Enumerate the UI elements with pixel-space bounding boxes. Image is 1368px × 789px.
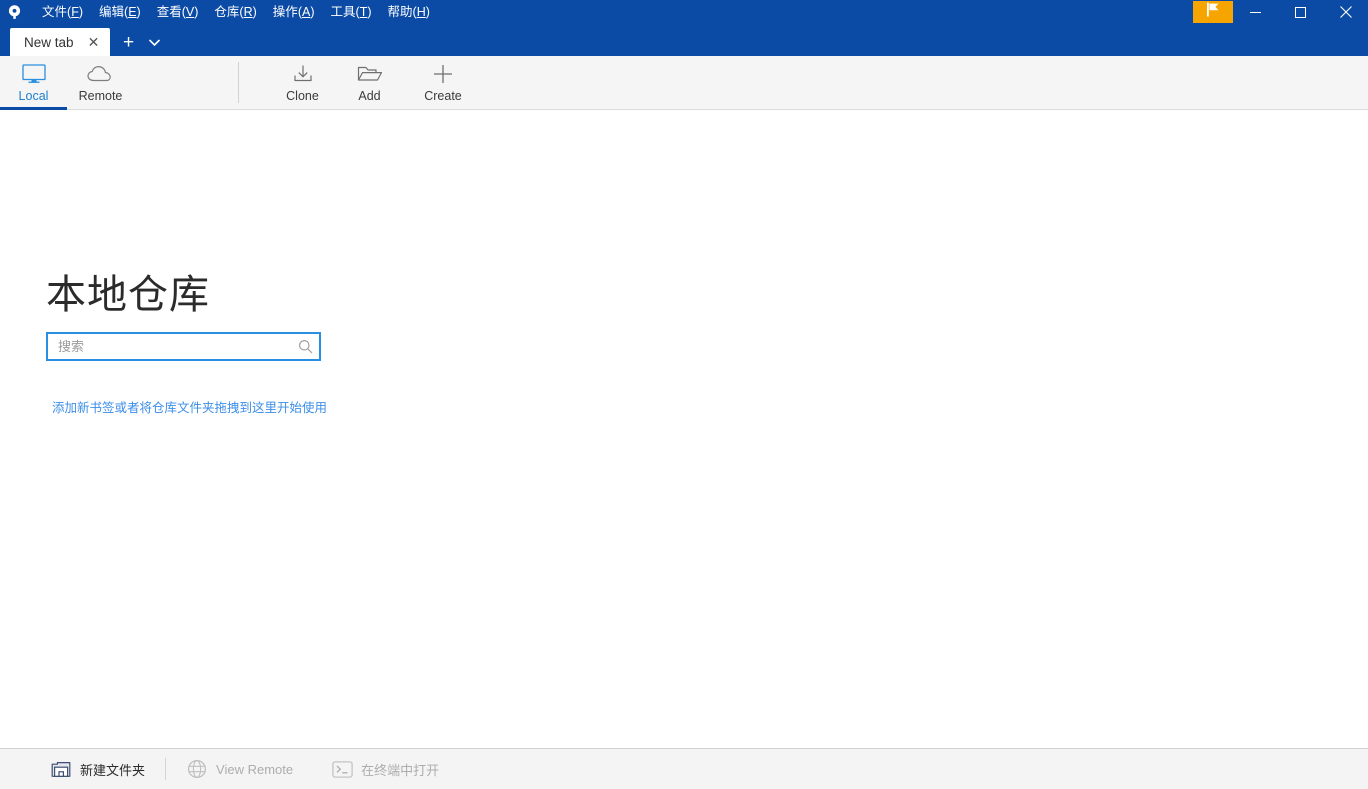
menu-item-view-accelerator: V <box>186 5 194 19</box>
toolbar-separator <box>238 62 239 103</box>
search-icon[interactable] <box>291 334 319 359</box>
toolbar-button-local[interactable]: Local <box>0 56 67 109</box>
menu-item-help[interactable]: 帮助(H) <box>380 0 438 24</box>
monitor-icon <box>22 61 46 87</box>
maximize-icon <box>1295 7 1306 18</box>
page-title: 本地仓库 <box>46 262 210 320</box>
minimize-button[interactable] <box>1233 0 1278 24</box>
menu-item-tools[interactable]: 工具(T) <box>323 0 380 24</box>
status-bar-separator <box>165 758 166 780</box>
menu-item-help-accelerator: H <box>417 5 426 19</box>
chevron-down-icon[interactable] <box>144 28 166 56</box>
new-folder-icon <box>50 758 72 780</box>
menu-item-file-label: 文件 <box>42 5 67 19</box>
open-in-terminal-button[interactable]: 在终端中打开 <box>325 754 445 784</box>
menu-bar: 文件(F) 编辑(E) 查看(V) 仓库(R) 操作(A) 工具(T) 帮助(H… <box>34 0 438 24</box>
menu-item-edit-accelerator: E <box>128 5 136 19</box>
menu-item-file[interactable]: 文件(F) <box>34 0 91 24</box>
toolbar-button-local-label: Local <box>19 89 49 103</box>
menu-item-repository-accelerator: R <box>244 5 253 19</box>
app-window: 文件(F) 编辑(E) 查看(V) 仓库(R) 操作(A) 工具(T) 帮助(H… <box>0 0 1368 789</box>
toolbar-button-create[interactable]: Create <box>403 56 483 109</box>
title-bar: 文件(F) 编辑(E) 查看(V) 仓库(R) 操作(A) 工具(T) 帮助(H… <box>0 0 1368 24</box>
menu-item-tools-label: 工具 <box>331 5 356 19</box>
menu-item-actions-accelerator: A <box>302 5 310 19</box>
toolbar-button-remote[interactable]: Remote <box>67 56 134 109</box>
toolbar-button-add-label: Add <box>358 89 380 103</box>
main-content: 本地仓库 添加新书签或者将仓库文件夹拖拽到这里开始使用 <box>0 110 1368 748</box>
tab-close-icon[interactable]: ✕ <box>86 34 102 50</box>
close-button[interactable] <box>1323 0 1368 24</box>
tab-strip: New tab ✕ + <box>0 24 1368 56</box>
search-input[interactable] <box>48 334 291 359</box>
menu-item-actions[interactable]: 操作(A) <box>265 0 323 24</box>
toolbar-button-clone-label: Clone <box>286 89 319 103</box>
menu-item-repository[interactable]: 仓库(R) <box>206 0 264 24</box>
minimize-icon <box>1250 7 1261 18</box>
tab-new-tab[interactable]: New tab ✕ <box>10 28 110 56</box>
toolbar-button-create-label: Create <box>424 89 462 103</box>
new-tab-button[interactable]: + <box>116 28 142 56</box>
toolbar-button-clone[interactable]: Clone <box>269 56 336 109</box>
plus-icon <box>432 61 454 87</box>
status-bar: 新建文件夹 View Remote 在终端中打开 <box>0 748 1368 789</box>
window-controls <box>1193 0 1368 24</box>
flag-button[interactable] <box>1193 1 1233 23</box>
new-folder-button[interactable]: 新建文件夹 <box>44 754 151 784</box>
search-box[interactable] <box>46 332 321 361</box>
open-folder-icon <box>357 61 383 87</box>
menu-item-view[interactable]: 查看(V) <box>149 0 207 24</box>
toolbar-button-add[interactable]: Add <box>336 56 403 109</box>
main-toolbar: Local Remote Clone <box>0 56 1368 110</box>
menu-item-actions-label: 操作 <box>273 5 298 19</box>
maximize-button[interactable] <box>1278 0 1323 24</box>
tab-label: New tab <box>24 35 74 50</box>
menu-item-tools-accelerator: T <box>360 5 368 19</box>
menu-item-repository-label: 仓库 <box>214 5 239 19</box>
flag-icon <box>1206 2 1220 22</box>
cloud-icon <box>87 61 115 87</box>
menu-item-edit-label: 编辑 <box>99 5 124 19</box>
view-remote-button-label: View Remote <box>216 762 293 777</box>
menu-item-help-label: 帮助 <box>388 5 413 19</box>
toolbar-button-remote-label: Remote <box>79 89 123 103</box>
view-remote-button[interactable]: View Remote <box>180 754 299 784</box>
new-folder-button-label: 新建文件夹 <box>80 760 145 779</box>
sourcetree-logo-icon <box>0 0 28 24</box>
menu-item-file-accelerator: F <box>71 5 79 19</box>
menu-item-edit[interactable]: 编辑(E) <box>91 0 149 24</box>
menu-item-view-label: 查看 <box>157 5 182 19</box>
globe-icon <box>186 758 208 780</box>
open-in-terminal-button-label: 在终端中打开 <box>361 760 439 779</box>
terminal-icon <box>331 758 353 780</box>
close-icon <box>1340 6 1352 18</box>
add-bookmark-hint-link[interactable]: 添加新书签或者将仓库文件夹拖拽到这里开始使用 <box>52 397 327 416</box>
download-icon <box>292 61 314 87</box>
